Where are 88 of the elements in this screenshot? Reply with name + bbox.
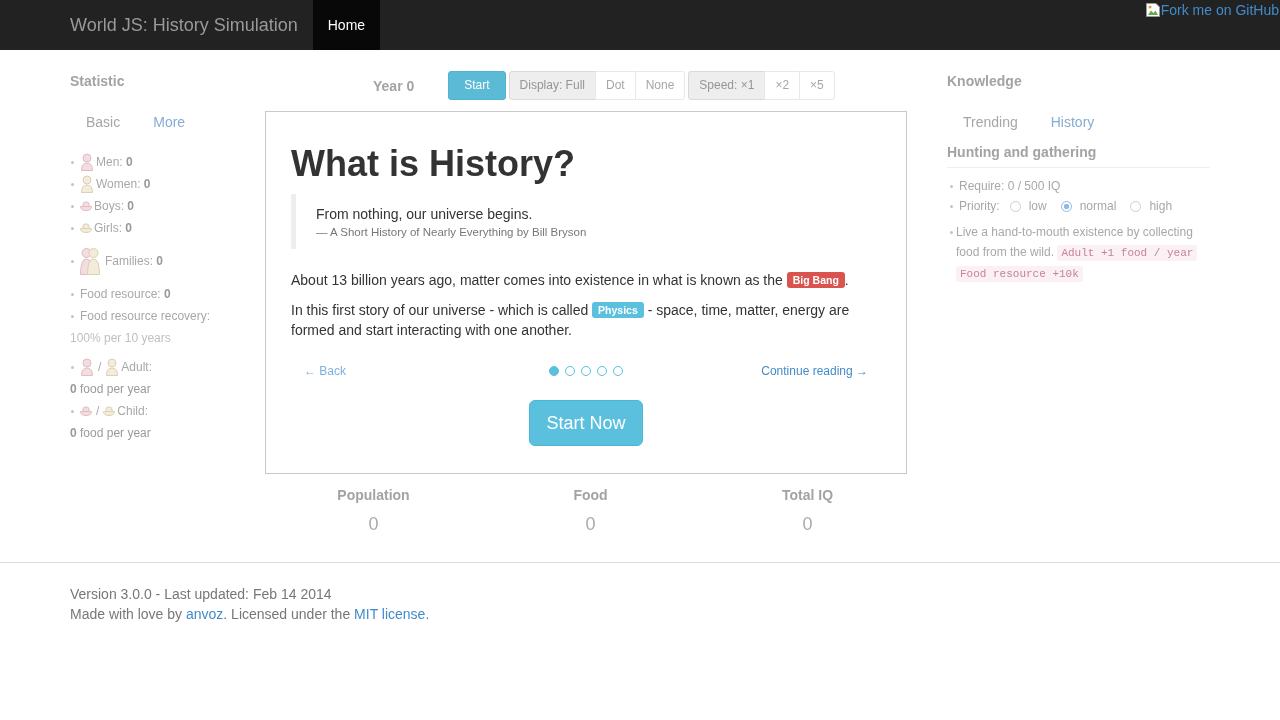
bullet-icon [950,184,953,188]
panel-tab[interactable]: Basic [70,102,136,142]
bullet-icon [71,226,74,230]
continue-link[interactable]: Continue reading → [761,364,868,378]
page-dot[interactable] [613,366,623,376]
radio-label: low [1028,198,1047,215]
term-label: Big Bang [786,272,845,288]
panel-heading: Statistic [70,72,126,91]
display-option-button[interactable]: Display: Full [508,71,596,100]
total-value: 0 [585,513,596,536]
couple-icon [80,247,100,275]
quote-source: — A Short History of Nearly Everything by Bill Bryson [316,225,588,240]
bullet-icon [71,314,74,318]
dialog-title: What is History? [291,142,577,186]
bullet-icon [71,365,74,369]
bullet-icon [71,259,74,263]
stat-label: Food resource: 0 [80,287,171,301]
bullet-icon [950,231,953,234]
person-icon [80,175,94,193]
bullet-icon [71,204,74,208]
display-option-button[interactable]: Dot [594,71,636,100]
stat-label: Boys: 0 [94,199,135,213]
stat-label: Adult: [121,360,153,374]
total-label: Total IQ [781,486,834,505]
stat-label: Girls: 0 [94,221,133,235]
panel-tab[interactable]: More [137,102,201,142]
separator-text: / [98,360,102,374]
radio-button[interactable] [1130,200,1142,212]
stat-label: Food resource recovery: [80,309,211,323]
radio-label: high [1149,198,1173,215]
person-icon [80,153,94,171]
page-dot[interactable] [597,366,607,376]
bullet-icon [71,409,74,413]
stat-note: 0 food per year [70,382,151,396]
broken-image-icon [1144,2,1161,18]
total-value: 0 [802,513,813,536]
person-icon [105,358,120,376]
brand-link[interactable]: World JS: History Simulation [70,0,313,50]
baby-icon [80,406,92,416]
radio-button[interactable] [1060,200,1072,212]
separator-text: / [96,404,100,418]
story-paragraph: About 13 billion years ago, matter comes into existence in what is known as the Big Bang . [291,271,850,290]
page-dot[interactable] [549,366,559,376]
effect-code: Adult +1 food / year [1057,245,1198,261]
total-label: Population [337,486,410,505]
stat-label: Child: [117,404,149,418]
knowledge-title: Hunting and gathering [947,144,1097,160]
effect-code: Food resource +10k [956,266,1083,282]
start-button[interactable]: Start [448,71,506,100]
version-text: Version 3.0.0 - Last updated: Feb 14 2014 [70,586,332,602]
total-label: Food [573,486,608,505]
speed-option-button[interactable]: ×2 [764,71,801,100]
speed-option-button[interactable]: Speed: ×1 [688,71,766,100]
bullet-icon [71,292,74,296]
credit-text: Made with love by anvoz. Licensed under the MIT license. [70,606,430,622]
stat-note: 0 food per year [70,426,151,440]
display-option-button[interactable]: None [634,71,686,100]
baby-icon [80,201,92,211]
term-label: Physics [592,302,644,318]
panel-tab[interactable]: History [1034,102,1110,142]
quote-text: From nothing, our universe begins. [316,205,534,224]
bullet-icon [71,182,74,186]
panel-heading: Knowledge [947,72,1023,91]
page-dot[interactable] [581,366,591,376]
page-dot[interactable] [565,366,575,376]
requirement-text: Require: 0 / 500 IQ [959,178,1061,195]
panel-tab[interactable]: Trending [947,102,1033,142]
baby-icon [103,406,116,416]
stat-label: Women: 0 [96,177,151,191]
stat-label: Men: 0 [96,155,133,169]
bullet-icon [71,160,74,164]
stat-note: 100% per 10 years [70,331,171,345]
license-link[interactable]: MIT license [354,606,426,622]
stat-label: Families: 0 [105,254,164,268]
radio-button[interactable] [1009,200,1021,212]
description-text: Live a hand-to-mouth existence by collecting food from the wild. Adult +1 food / year Food resource +10k [956,222,1210,284]
story-paragraph: In this first story of our universe - which is called Physics - space, time, matter, energy are formed and start interacting with one another. [291,301,851,340]
total-value: 0 [368,513,379,536]
baby-icon [80,223,92,233]
year-label: Year 0 [373,77,415,94]
fork-link[interactable]: Fork me on GitHub [1160,2,1279,18]
person-icon [80,358,94,376]
nav-tab[interactable]: Home [312,0,381,50]
priority-label: Priority: [959,198,1000,215]
start-now-button[interactable]: Start Now [529,400,643,446]
speed-option-button[interactable]: ×5 [799,71,835,100]
radio-label: normal [1079,198,1117,215]
bullet-icon [950,204,953,208]
